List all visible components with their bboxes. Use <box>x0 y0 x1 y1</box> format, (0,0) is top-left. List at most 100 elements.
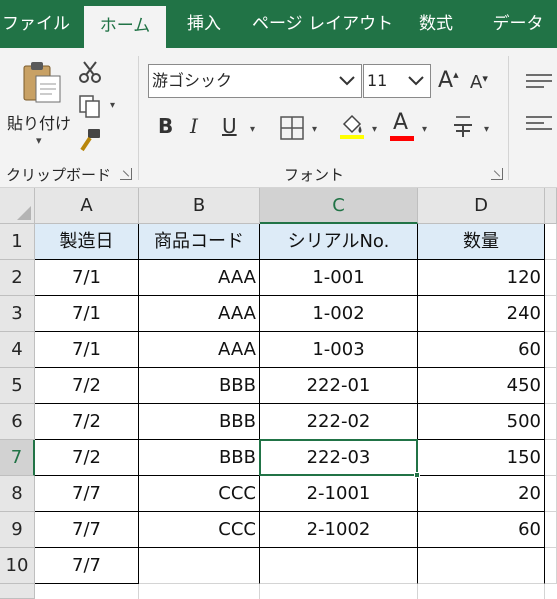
table-cell[interactable]: 7/7 <box>35 512 139 548</box>
table-cell[interactable]: 60 <box>418 512 545 548</box>
empty-cell[interactable] <box>545 512 557 548</box>
fill-color-dropdown-icon[interactable]: ▾ <box>372 124 377 135</box>
table-header-cell[interactable]: 商品コード <box>139 224 260 260</box>
column-header-c[interactable]: C <box>260 188 418 224</box>
table-cell[interactable]: 150 <box>418 440 545 476</box>
format-painter-icon[interactable] <box>76 126 104 154</box>
font-size-dropdown[interactable]: 11 <box>363 64 431 98</box>
cut-icon[interactable] <box>76 58 104 86</box>
table-cell[interactable]: 7/1 <box>35 296 139 332</box>
font-name-dropdown[interactable]: 游ゴシック <box>148 64 362 98</box>
table-cell[interactable]: AAA <box>139 332 260 368</box>
table-cell[interactable]: 240 <box>418 296 545 332</box>
table-header-cell[interactable]: シリアルNo. <box>260 224 418 260</box>
row-header-6[interactable]: 6 <box>0 404 35 440</box>
tab-file[interactable]: ファイル <box>0 0 72 48</box>
row-header-11[interactable] <box>0 584 35 599</box>
table-cell[interactable]: BBB <box>139 404 260 440</box>
column-header-b[interactable]: B <box>139 188 260 224</box>
table-cell[interactable]: 1-001 <box>260 260 418 296</box>
empty-cell[interactable] <box>545 224 557 260</box>
table-cell[interactable]: BBB <box>139 368 260 404</box>
copy-icon[interactable] <box>76 92 104 120</box>
font-color-dropdown-icon[interactable]: ▾ <box>422 124 427 135</box>
empty-cell[interactable] <box>545 368 557 404</box>
tab-insert[interactable]: 挿入 <box>176 0 232 48</box>
italic-button[interactable]: I <box>190 114 198 138</box>
fill-color-icon[interactable] <box>338 112 366 140</box>
table-cell[interactable]: 20 <box>418 476 545 512</box>
chevron-down-icon[interactable] <box>337 65 357 97</box>
row-header-1[interactable]: 1 <box>0 224 35 260</box>
font-color-button[interactable]: A <box>393 110 408 135</box>
table-cell[interactable]: 222-03 <box>260 440 418 476</box>
paste-button[interactable]: 貼り付け <box>7 110 71 134</box>
column-header-a[interactable]: A <box>35 188 139 224</box>
bold-button[interactable]: B <box>158 114 173 138</box>
copy-dropdown-icon[interactable]: ▾ <box>110 100 115 111</box>
table-cell[interactable]: 1-003 <box>260 332 418 368</box>
empty-cell[interactable] <box>545 404 557 440</box>
row-header-7[interactable]: 7 <box>0 440 35 476</box>
table-cell[interactable]: AAA <box>139 296 260 332</box>
empty-cell[interactable] <box>35 584 139 599</box>
empty-cell[interactable] <box>139 584 260 599</box>
table-cell[interactable]: 7/7 <box>35 476 139 512</box>
table-cell[interactable]: 222-02 <box>260 404 418 440</box>
phonetic-guide-icon[interactable] <box>450 112 478 140</box>
tab-formulas[interactable]: 数式 <box>408 0 464 48</box>
table-cell[interactable]: 7/2 <box>35 440 139 476</box>
table-cell[interactable]: CCC <box>139 512 260 548</box>
table-cell[interactable]: 7/2 <box>35 404 139 440</box>
table-cell[interactable]: 7/1 <box>35 332 139 368</box>
table-header-cell[interactable]: 数量 <box>418 224 545 260</box>
table-cell[interactable] <box>260 548 418 584</box>
empty-cell[interactable] <box>545 476 557 512</box>
empty-cell[interactable] <box>545 260 557 296</box>
underline-button[interactable]: U <box>222 114 237 138</box>
row-header-8[interactable]: 8 <box>0 476 35 512</box>
font-launcher-icon[interactable] <box>491 168 503 180</box>
table-cell[interactable]: 450 <box>418 368 545 404</box>
table-cell[interactable]: 222-01 <box>260 368 418 404</box>
table-cell[interactable]: AAA <box>139 260 260 296</box>
row-header-9[interactable]: 9 <box>0 512 35 548</box>
row-header-5[interactable]: 5 <box>0 368 35 404</box>
borders-icon[interactable] <box>278 114 306 142</box>
table-header-cell[interactable]: 製造日 <box>35 224 139 260</box>
table-cell[interactable]: 1-002 <box>260 296 418 332</box>
increase-font-size-button[interactable]: A▴ <box>438 68 459 93</box>
decrease-font-size-button[interactable]: A▾ <box>470 72 488 93</box>
empty-cell[interactable] <box>545 332 557 368</box>
empty-cell[interactable] <box>545 548 557 584</box>
row-header-2[interactable]: 2 <box>0 260 35 296</box>
table-cell[interactable]: 2-1002 <box>260 512 418 548</box>
phonetic-dropdown-icon[interactable]: ▾ <box>484 124 489 135</box>
select-all-button[interactable] <box>0 188 35 224</box>
table-cell[interactable]: CCC <box>139 476 260 512</box>
empty-cell[interactable] <box>545 296 557 332</box>
table-cell[interactable] <box>418 548 545 584</box>
tab-page-layout[interactable]: ページ レイアウト <box>252 0 393 48</box>
row-header-10[interactable]: 10 <box>0 548 35 584</box>
paste-dropdown-icon[interactable]: ▾ <box>36 134 42 147</box>
row-header-4[interactable]: 4 <box>0 332 35 368</box>
column-header-d[interactable]: D <box>418 188 545 224</box>
borders-dropdown-icon[interactable]: ▾ <box>312 124 317 135</box>
column-header-e[interactable] <box>545 188 557 224</box>
empty-cell[interactable] <box>418 584 545 599</box>
table-cell[interactable]: 7/2 <box>35 368 139 404</box>
table-cell[interactable]: 500 <box>418 404 545 440</box>
table-cell[interactable]: 120 <box>418 260 545 296</box>
fill-handle[interactable] <box>414 472 420 478</box>
clipboard-launcher-icon[interactable] <box>120 168 132 180</box>
table-cell[interactable] <box>139 548 260 584</box>
table-cell[interactable]: 7/7 <box>35 548 139 584</box>
paste-icon[interactable] <box>20 60 64 104</box>
chevron-down-icon[interactable] <box>406 65 426 97</box>
empty-cell[interactable] <box>260 584 418 599</box>
underline-dropdown-icon[interactable]: ▾ <box>250 124 255 135</box>
table-cell[interactable]: BBB <box>139 440 260 476</box>
table-cell[interactable]: 2-1001 <box>260 476 418 512</box>
row-header-3[interactable]: 3 <box>0 296 35 332</box>
